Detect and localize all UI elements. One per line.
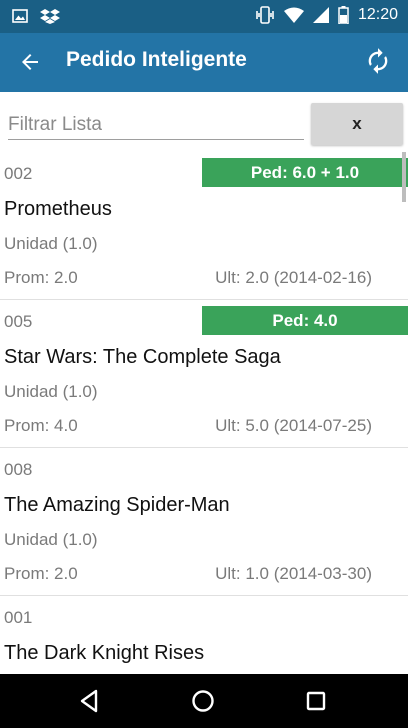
signal-icon [312, 7, 329, 23]
recents-square-icon[interactable] [302, 687, 330, 715]
item-last: Ult: 5.0 (2014-07-25) [215, 416, 372, 435]
clock: 12:20 [357, 6, 398, 23]
item-unit: Unidad (1.0) [4, 234, 98, 253]
app-bar: Pedido Inteligente [0, 33, 408, 92]
wifi-icon [283, 7, 304, 23]
item-code: 002 [4, 164, 33, 183]
item-code: 005 [4, 312, 33, 331]
arrow-left-icon[interactable] [18, 50, 42, 74]
list-item[interactable]: 002 Ped: 6.0 + 1.0 Prometheus Unidad (1.… [0, 152, 408, 300]
status-bar-right: 12:20 [255, 6, 398, 24]
item-name: Star Wars: The Complete Saga [4, 346, 281, 368]
back-triangle-icon[interactable] [76, 687, 104, 715]
order-badge: Ped: 4.0 [202, 306, 408, 335]
item-code: 001 [4, 608, 33, 627]
vibrate-icon [256, 6, 274, 24]
scrollbar[interactable] [402, 152, 406, 202]
item-name: Prometheus [4, 198, 112, 220]
list-item[interactable]: 008 The Amazing Spider-Man Unidad (1.0) … [0, 448, 408, 596]
clear-filter-button[interactable]: x [311, 103, 403, 145]
item-last: Ult: 1.0 (2014-03-30) [215, 564, 372, 583]
item-unit: Unidad (1.0) [4, 382, 98, 401]
status-bar-left [12, 8, 60, 24]
item-unit: Unidad (1.0) [4, 530, 98, 549]
status-bar: 12:20 [0, 0, 408, 33]
filter-input[interactable] [8, 110, 304, 140]
item-name: The Dark Knight Rises [4, 642, 205, 664]
dropbox-icon [40, 9, 60, 24]
page-title: Pedido Inteligente [66, 48, 247, 71]
item-code: 008 [4, 460, 33, 479]
product-list: 002 Ped: 6.0 + 1.0 Prometheus Unidad (1.… [0, 152, 408, 728]
item-last: Ult: 2.0 (2014-02-16) [215, 268, 372, 287]
item-name: The Amazing Spider-Man [4, 494, 230, 516]
refresh-icon[interactable] [364, 47, 392, 75]
home-circle-icon[interactable] [189, 687, 217, 715]
order-badge: Ped: 6.0 + 1.0 [202, 158, 408, 187]
battery-icon [338, 6, 349, 24]
item-average: Prom: 4.0 [4, 416, 78, 435]
navigation-bar [0, 674, 408, 728]
image-icon [12, 9, 28, 23]
item-average: Prom: 2.0 [4, 564, 78, 583]
list-item[interactable]: 005 Ped: 4.0 Star Wars: The Complete Sag… [0, 300, 408, 448]
item-average: Prom: 2.0 [4, 268, 78, 287]
